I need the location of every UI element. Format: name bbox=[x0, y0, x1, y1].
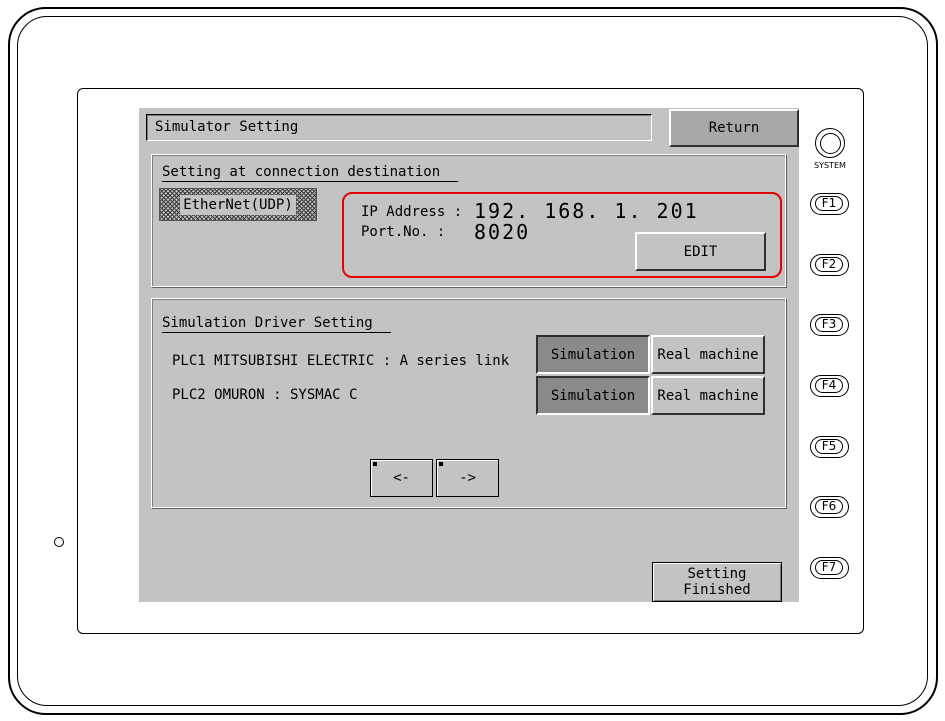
f3-key[interactable]: F3 bbox=[810, 314, 849, 336]
ip-address-label: IP Address : bbox=[361, 204, 463, 220]
f5-key[interactable]: F5 bbox=[810, 436, 849, 458]
hmi-screen: Simulator Setting Return Setting at conn… bbox=[139, 108, 799, 602]
plc2-real-machine-button[interactable]: Real machine bbox=[651, 376, 765, 415]
protocol-label: EtherNet(UDP) bbox=[180, 195, 296, 215]
next-page-button[interactable]: -> bbox=[436, 459, 499, 497]
f6-key-label: F6 bbox=[815, 499, 843, 514]
f1-key[interactable]: F1 bbox=[810, 193, 849, 215]
edit-button[interactable]: EDIT bbox=[635, 232, 766, 271]
system-key-label: SYSTEM bbox=[814, 161, 846, 170]
ip-address-value: 192. 168. 1. 201 bbox=[474, 199, 699, 223]
f4-key[interactable]: F4 bbox=[810, 375, 849, 397]
f3-key-label: F3 bbox=[815, 317, 843, 332]
driver-section-label: Simulation Driver Setting bbox=[162, 315, 391, 333]
power-led-icon bbox=[54, 537, 64, 547]
system-key[interactable] bbox=[815, 128, 845, 158]
f7-key[interactable]: F7 bbox=[810, 557, 849, 579]
f6-key[interactable]: F6 bbox=[810, 496, 849, 518]
f2-key-label: F2 bbox=[815, 257, 843, 272]
plc2-label: PLC2 OMURON : SYSMAC C bbox=[172, 387, 358, 403]
return-button[interactable]: Return bbox=[669, 109, 799, 147]
connection-section-label: Setting at connection destination bbox=[162, 164, 459, 182]
setting-finished-button[interactable]: Setting Finished bbox=[652, 562, 782, 602]
previous-page-button[interactable]: <- bbox=[370, 459, 433, 497]
f1-key-label: F1 bbox=[815, 196, 843, 211]
plc1-label: PLC1 MITSUBISHI ELECTRIC : A series link bbox=[172, 353, 510, 369]
plc2-simulation-button[interactable]: Simulation bbox=[536, 376, 650, 415]
port-number-value: 8020 bbox=[474, 220, 531, 244]
setting-finished-line1: Setting bbox=[687, 566, 747, 582]
f5-key-label: F5 bbox=[815, 439, 843, 454]
f7-key-label: F7 bbox=[815, 560, 843, 575]
plc1-simulation-button[interactable]: Simulation bbox=[536, 335, 650, 374]
protocol-indicator: EtherNet(UDP) bbox=[159, 188, 317, 221]
f4-key-label: F4 bbox=[815, 378, 843, 393]
plc1-real-machine-button[interactable]: Real machine bbox=[651, 335, 765, 374]
port-number-label: Port.No. : bbox=[361, 224, 446, 240]
setting-finished-line2: Finished bbox=[683, 582, 751, 598]
page-title: Simulator Setting bbox=[146, 114, 652, 141]
f2-key[interactable]: F2 bbox=[810, 254, 849, 276]
